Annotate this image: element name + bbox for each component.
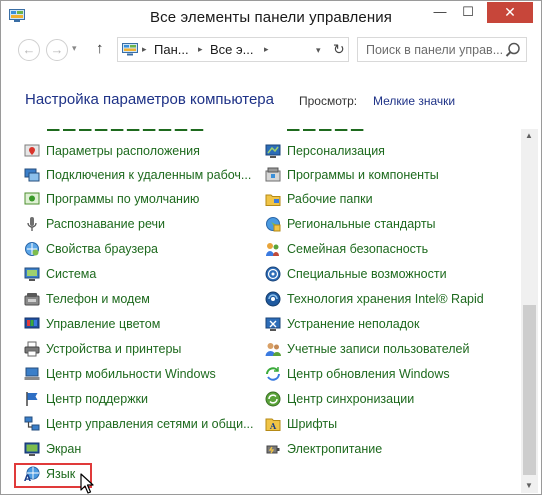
- title-bar: Все элементы панели управления — ☐ ✕: [1, 1, 541, 32]
- list-item-mobility-center[interactable]: Центр мобильности Windows: [24, 363, 216, 385]
- personalization-icon: [265, 144, 281, 158]
- accessibility-icon: [265, 266, 281, 282]
- troubleshooting-icon: [265, 317, 281, 331]
- list-item-default-programs[interactable]: Программы по умолчанию: [24, 188, 199, 210]
- view-by-label: Просмотр:: [299, 94, 358, 108]
- breadcrumb-all-items[interactable]: Все э...: [210, 42, 253, 57]
- list-item-system[interactable]: Система: [24, 263, 96, 285]
- color-management-icon: [24, 317, 40, 329]
- sync-center-icon: [265, 391, 281, 407]
- list-item-intel-rst[interactable]: Технология хранения Intel® Rapid: [265, 288, 484, 310]
- power-options-icon: [266, 445, 280, 454]
- scroll-down-icon[interactable]: ▼: [525, 481, 533, 490]
- minimize-button[interactable]: —: [426, 2, 454, 22]
- intel-rst-icon: [265, 291, 281, 307]
- default-programs-icon: [24, 192, 40, 205]
- list-item-location-settings[interactable]: Параметры расположения: [24, 140, 200, 162]
- list-item-display[interactable]: Экран: [24, 438, 81, 460]
- location-icon: [24, 144, 40, 157]
- list-item-power-options[interactable]: Электропитание: [265, 438, 382, 460]
- list-item-partial: ▬ ▬ ▬ ▬ ▬: [287, 129, 363, 134]
- list-item-accessibility[interactable]: Специальные возможности: [265, 263, 447, 285]
- internet-options-icon: [25, 242, 39, 256]
- list-item-speech-recognition[interactable]: Распознавание речи: [24, 213, 165, 235]
- mouse-cursor-icon: [80, 473, 94, 494]
- list-item-action-center[interactable]: Центр поддержки: [24, 388, 148, 410]
- list-item-personalization[interactable]: Персонализация: [265, 140, 385, 162]
- phone-modem-icon: [24, 293, 40, 306]
- forward-button[interactable]: →: [46, 39, 68, 61]
- close-button[interactable]: ✕: [487, 2, 533, 23]
- navigation-bar: ← → ▾ ↑ ▸ Пан... ▸ Все э... ▸ ▾ ↻ Поиск …: [1, 37, 541, 63]
- mobility-center-icon: [24, 367, 40, 380]
- items-list: ▬ ▬ ▬ ▬ ▬ ▬ ▬ ▬ ▬ ▬ ▬ ▬ ▬ ▬ ▬ Параметры …: [1, 129, 521, 493]
- list-item-sync-center[interactable]: Центр синхронизации: [265, 388, 414, 410]
- search-input[interactable]: Поиск в панели управ...: [366, 43, 503, 57]
- family-safety-icon: [266, 243, 279, 256]
- list-item-programs-features[interactable]: Программы и компоненты: [265, 164, 439, 186]
- list-item-color-management[interactable]: Управление цветом: [24, 313, 160, 335]
- list-item-troubleshooting[interactable]: Устранение неполадок: [265, 313, 419, 335]
- network-icon: [24, 416, 40, 431]
- list-item-network-center[interactable]: Центр управления сетями и общи...: [24, 413, 253, 435]
- svg-text:A: A: [269, 421, 277, 431]
- scroll-up-icon[interactable]: ▲: [525, 131, 533, 140]
- scrollbar-thumb[interactable]: [523, 305, 536, 475]
- list-item-internet-options[interactable]: Свойства браузера: [24, 238, 158, 260]
- flag-icon: [26, 392, 38, 406]
- list-item-remote-desktop[interactable]: Подключения к удаленным рабоч...: [24, 164, 251, 186]
- control-panel-small-icon: [122, 43, 138, 56]
- system-icon: [24, 267, 40, 281]
- vertical-scrollbar[interactable]: ▲ ▼: [521, 129, 538, 493]
- search-icon[interactable]: [504, 41, 522, 59]
- fonts-icon: A: [265, 418, 281, 431]
- list-item-region[interactable]: Региональные стандарты: [265, 213, 436, 235]
- list-item-family-safety[interactable]: Семейная безопасность: [265, 238, 428, 260]
- up-button[interactable]: ↑: [96, 40, 104, 57]
- microphone-icon: [27, 217, 37, 231]
- list-item-work-folders[interactable]: Рабочие папки: [265, 188, 373, 210]
- address-bar[interactable]: ▸ Пан... ▸ Все э... ▸ ▾ ↻: [117, 37, 349, 62]
- list-item-windows-update[interactable]: Центр обновления Windows: [265, 363, 450, 385]
- search-box[interactable]: Поиск в панели управ...: [357, 37, 527, 62]
- view-by-dropdown[interactable]: Мелкие значки: [373, 94, 455, 108]
- list-item-phone-modem[interactable]: Телефон и модем: [24, 288, 150, 310]
- programs-features-icon: [265, 167, 281, 182]
- work-folders-icon: [265, 194, 281, 206]
- recent-locations-chevron-down-icon[interactable]: ▾: [72, 43, 77, 54]
- breadcrumb-separator-icon: ▸: [264, 44, 269, 54]
- windows-update-icon: [266, 367, 280, 381]
- maximize-button[interactable]: ☐: [454, 2, 482, 22]
- control-panel-window: Все элементы панели управления — ☐ ✕ ← →…: [0, 0, 542, 495]
- list-item-user-accounts[interactable]: Учетные записи пользователей: [265, 338, 470, 360]
- breadcrumb-separator-icon: ▸: [198, 44, 203, 54]
- remote-desktop-icon: [24, 168, 40, 182]
- page-title: Настройка параметров компьютера: [25, 91, 274, 108]
- list-item-partial: ▬ ▬ ▬ ▬ ▬ ▬ ▬ ▬ ▬ ▬: [47, 129, 203, 134]
- refresh-icon[interactable]: ↻: [333, 41, 345, 58]
- back-button[interactable]: ←: [18, 39, 40, 61]
- printer-icon: [24, 341, 40, 357]
- region-icon: [266, 217, 281, 232]
- address-history-chevron-down-icon[interactable]: ▾: [316, 45, 321, 56]
- breadcrumb-separator-icon: ▸: [142, 44, 147, 54]
- list-item-devices-printers[interactable]: Устройства и принтеры: [24, 338, 181, 360]
- list-item-fonts[interactable]: A Шрифты: [265, 413, 337, 435]
- display-icon: [24, 442, 40, 456]
- user-accounts-icon: [265, 343, 281, 356]
- breadcrumb-control-panel[interactable]: Пан...: [154, 42, 189, 57]
